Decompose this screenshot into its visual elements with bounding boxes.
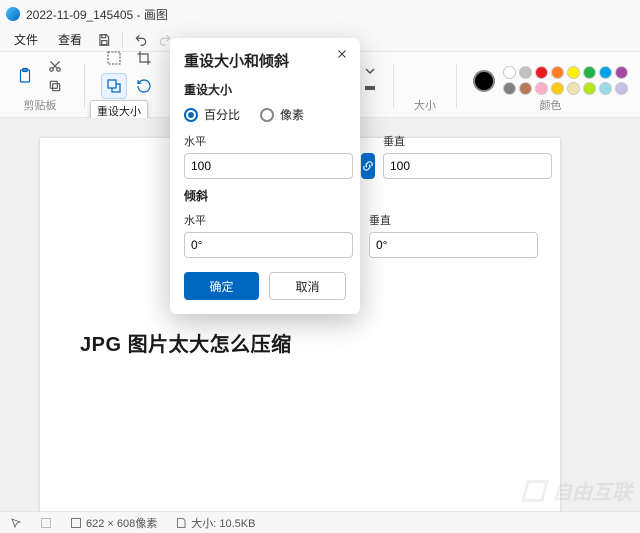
radio-percent[interactable]: 百分比 — [184, 106, 240, 123]
canvas-text: JPG 图片太大怎么压缩 — [80, 328, 292, 357]
paint-app-icon — [6, 7, 20, 21]
status-selection — [40, 517, 52, 529]
status-filesize: 大小: 10.5KB — [175, 515, 255, 531]
color-swatch[interactable] — [535, 82, 548, 95]
section-skew-label: 倾斜 — [184, 187, 346, 204]
ribbon-divider — [456, 64, 457, 108]
ribbon-group-size: 大小 — [404, 56, 446, 115]
radio-pixel[interactable]: 像素 — [260, 106, 304, 123]
label-skew-v: 垂直 — [369, 212, 538, 228]
ribbon-group-color: 颜色 — [467, 56, 634, 115]
window-title: 2022-11-09_145405 - 画图 — [26, 6, 168, 23]
input-resize-vertical[interactable] — [383, 153, 552, 179]
ribbon-divider — [393, 64, 394, 108]
rotate-button[interactable] — [131, 73, 157, 99]
watermark-icon — [521, 480, 549, 502]
label-vertical: 垂直 — [383, 133, 552, 149]
color-primary-swatch[interactable] — [473, 70, 495, 92]
resize-skew-dialog: 重设大小和倾斜 重设大小 百分比 像素 水平 垂直 倾斜 水平 — [170, 38, 360, 314]
ribbon-label-clipboard: 剪贴板 — [24, 97, 57, 113]
ribbon-group-clipboard: 剪贴板 — [6, 56, 74, 115]
cancel-button[interactable]: 取消 — [269, 272, 346, 300]
title-bar: 2022-11-09_145405 - 画图 — [0, 0, 640, 28]
status-cursor — [10, 517, 22, 529]
input-resize-horizontal[interactable] — [184, 153, 353, 179]
link-aspect-button[interactable] — [361, 153, 375, 179]
stroke-size-button[interactable] — [410, 69, 440, 95]
color-swatch[interactable] — [519, 66, 532, 79]
color-swatch[interactable] — [615, 66, 628, 79]
label-skew-h: 水平 — [184, 212, 353, 228]
ribbon-divider — [84, 64, 85, 108]
color-swatch[interactable] — [583, 66, 596, 79]
palette-row-2 — [503, 82, 628, 95]
close-button[interactable] — [334, 46, 350, 62]
input-skew-vertical[interactable] — [369, 232, 538, 258]
cut-button[interactable] — [42, 57, 68, 75]
radio-pixel-label: 像素 — [280, 106, 304, 123]
color-swatch[interactable] — [503, 82, 516, 95]
crop-button[interactable] — [131, 45, 157, 71]
ok-button[interactable]: 确定 — [184, 272, 259, 300]
color-swatch[interactable] — [567, 66, 580, 79]
status-bar: 622 × 608像素 大小: 10.5KB — [0, 511, 640, 533]
color-swatch[interactable] — [551, 66, 564, 79]
ribbon-label-color: 颜色 — [540, 97, 562, 113]
copy-button[interactable] — [42, 77, 68, 95]
section-resize-label: 重设大小 — [184, 81, 346, 98]
watermark: 自由互联 — [524, 476, 632, 505]
menu-view[interactable]: 查看 — [52, 29, 88, 50]
status-dimensions: 622 × 608像素 — [70, 515, 157, 531]
dialog-title: 重设大小和倾斜 — [184, 50, 346, 71]
resize-button[interactable] — [101, 73, 127, 99]
paste-button[interactable] — [12, 63, 38, 89]
label-horizontal: 水平 — [184, 133, 353, 149]
palette-row-1 — [503, 66, 628, 79]
ribbon-label-size: 大小 — [414, 97, 436, 113]
color-swatch[interactable] — [599, 66, 612, 79]
color-swatch[interactable] — [599, 82, 612, 95]
color-swatch[interactable] — [519, 82, 532, 95]
color-swatch[interactable] — [551, 82, 564, 95]
chevron-down-icon[interactable] — [363, 64, 377, 78]
color-swatch[interactable] — [535, 66, 548, 79]
color-swatch[interactable] — [567, 82, 580, 95]
menu-file[interactable]: 文件 — [8, 29, 44, 50]
input-skew-horizontal[interactable] — [184, 232, 353, 258]
shape-fill-icon[interactable] — [363, 81, 377, 95]
select-rect-button[interactable] — [101, 45, 127, 71]
color-swatch[interactable] — [503, 66, 516, 79]
radio-percent-label: 百分比 — [204, 106, 240, 123]
color-swatch[interactable] — [615, 82, 628, 95]
color-swatch[interactable] — [583, 82, 596, 95]
